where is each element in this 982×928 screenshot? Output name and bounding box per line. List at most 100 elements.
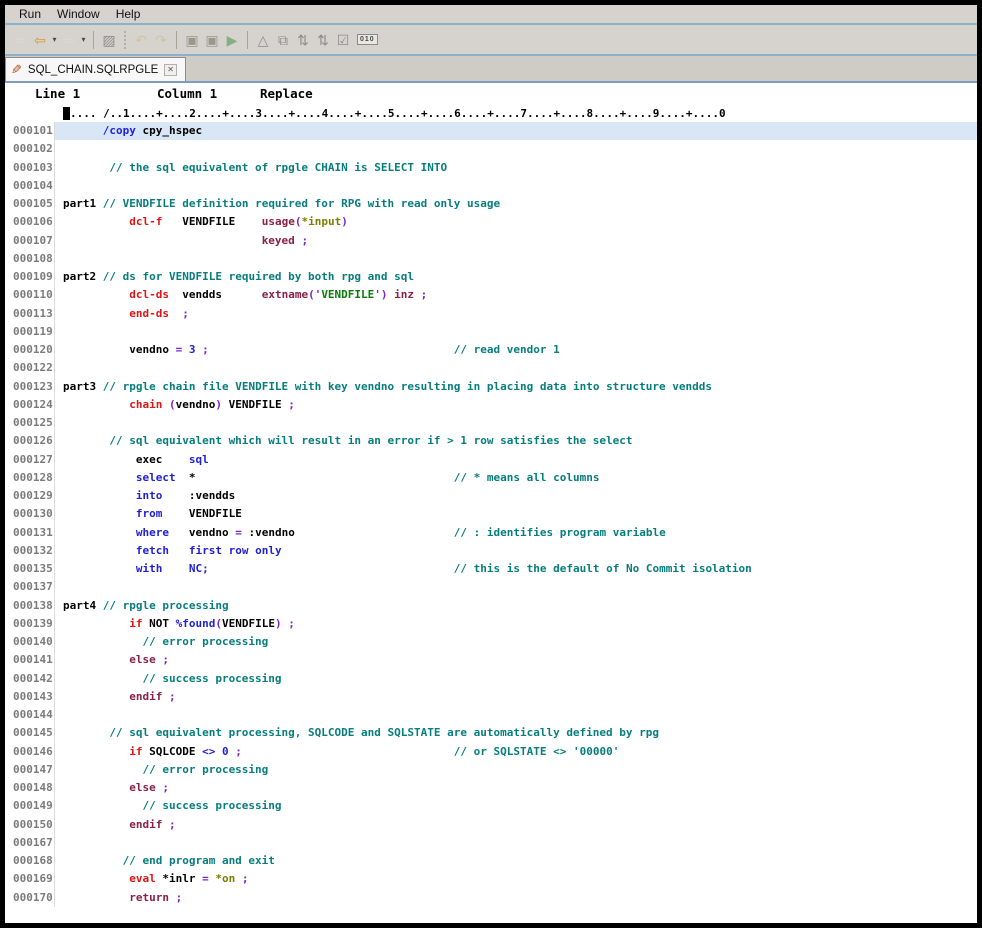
code-line-text[interactable]: part4 // rpgle processing — [55, 597, 977, 615]
code-line[interactable]: 000146 if SQLCODE <> 0 ; // or SQLSTATE … — [5, 743, 977, 761]
code-line[interactable]: 000130 from VENDFILE — [5, 505, 977, 523]
code-line[interactable]: 000139 if NOT %found(VENDFILE) ; — [5, 615, 977, 633]
code-area[interactable]: 000101 /copy cpy_hspec000102000103 // th… — [5, 122, 977, 907]
code-line[interactable]: 000110 dcl-ds vendds extname('VENDFILE')… — [5, 286, 977, 304]
code-line[interactable]: 000128 select * // * means all columns — [5, 469, 977, 487]
code-line-text[interactable]: else ; — [55, 651, 977, 669]
binary-view-icon[interactable]: 010 — [357, 34, 378, 45]
code-line[interactable]: 000132 fetch first row only — [5, 542, 977, 560]
column-updown-icon[interactable]: ⇅ — [293, 30, 313, 50]
code-line[interactable]: 000119 — [5, 323, 977, 341]
compare-icon[interactable]: △ — [253, 30, 273, 50]
tab-sql-chain[interactable]: ✎ SQL_CHAIN.SQLRPGLE ✕ — [5, 57, 186, 81]
code-line[interactable]: 000143 endif ; — [5, 688, 977, 706]
code-line-text[interactable]: // success processing — [55, 670, 977, 688]
code-line-text[interactable] — [55, 706, 977, 724]
code-line[interactable]: 000149 // success processing — [5, 797, 977, 815]
code-line-text[interactable]: if SQLCODE <> 0 ; // or SQLSTATE <> '000… — [55, 743, 977, 761]
code-line[interactable]: 000147 // error processing — [5, 761, 977, 779]
code-line[interactable]: 000144 — [5, 706, 977, 724]
nav-back-menu-icon[interactable]: ▾ — [50, 30, 59, 50]
code-line-text[interactable]: // sql equivalent which will result in a… — [55, 432, 977, 450]
code-line-text[interactable]: keyed ; — [55, 232, 977, 250]
code-line[interactable]: 000105part1 // VENDFILE definition requi… — [5, 195, 977, 213]
code-line-text[interactable]: fetch first row only — [55, 542, 977, 560]
code-line[interactable]: 000135 with NC; // this is the default o… — [5, 560, 977, 578]
code-line-text[interactable]: // error processing — [55, 761, 977, 779]
code-line-text[interactable] — [55, 250, 977, 268]
code-line[interactable]: 000101 /copy cpy_hspec — [5, 122, 977, 140]
code-line-text[interactable]: chain (vendno) VENDFILE ; — [55, 396, 977, 414]
code-line-text[interactable]: endif ; — [55, 688, 977, 706]
code-line-text[interactable]: else ; — [55, 779, 977, 797]
hierarchy-icon[interactable]: ⧉ — [273, 30, 293, 50]
code-line[interactable]: 000141 else ; — [5, 651, 977, 669]
suspend-icon[interactable]: ▣ — [182, 30, 202, 50]
code-line[interactable]: 000103 // the sql equivalent of rpgle CH… — [5, 159, 977, 177]
code-line-text[interactable]: if NOT %found(VENDFILE) ; — [55, 615, 977, 633]
code-line[interactable]: 000138part4 // rpgle processing — [5, 597, 977, 615]
code-line[interactable]: 000106 dcl-f VENDFILE usage(*input) — [5, 213, 977, 231]
nav-back-disabled-icon[interactable]: ⇦ — [10, 30, 30, 50]
code-line[interactable]: 000137 — [5, 578, 977, 596]
code-line[interactable]: 000127 exec sql — [5, 451, 977, 469]
code-line[interactable]: 000125 — [5, 414, 977, 432]
code-line-text[interactable] — [55, 177, 977, 195]
code-line-text[interactable] — [55, 359, 977, 377]
tab-close-icon[interactable]: ✕ — [164, 64, 177, 76]
code-line[interactable]: 000107 keyed ; — [5, 232, 977, 250]
code-line-text[interactable]: /copy cpy_hspec — [55, 122, 977, 140]
code-line-text[interactable] — [55, 834, 977, 852]
menu-item-window[interactable]: Window — [49, 7, 108, 21]
code-line-text[interactable]: // the sql equivalent of rpgle CHAIN is … — [55, 159, 977, 177]
code-line-text[interactable]: vendno = 3 ; // read vendor 1 — [55, 341, 977, 359]
code-line-text[interactable]: endif ; — [55, 816, 977, 834]
code-line-text[interactable]: end-ds ; — [55, 305, 977, 323]
code-line-text[interactable]: // success processing — [55, 797, 977, 815]
run-icon[interactable]: ▶ — [222, 30, 242, 50]
code-line-text[interactable]: part2 // ds for VENDFILE required by bot… — [55, 268, 977, 286]
code-line-text[interactable]: eval *inlr = *on ; — [55, 870, 977, 888]
code-line[interactable]: 000109part2 // ds for VENDFILE required … — [5, 268, 977, 286]
code-line-text[interactable]: // sql equivalent processing, SQLCODE an… — [55, 724, 977, 742]
code-line[interactable]: 000131 where vendno = :vendno // : ident… — [5, 524, 977, 542]
terminate-icon[interactable]: ▣ — [202, 30, 222, 50]
code-line-text[interactable] — [55, 578, 977, 596]
nav-forward-disabled-icon[interactable]: ⇨ — [59, 30, 79, 50]
code-line[interactable]: 000168 // end program and exit — [5, 852, 977, 870]
code-line-text[interactable]: select * // * means all columns — [55, 469, 977, 487]
code-line[interactable]: 000113 end-ds ; — [5, 305, 977, 323]
code-line-text[interactable] — [55, 140, 977, 158]
last-edit-location-icon[interactable]: ▨ — [99, 30, 119, 50]
row-updown-icon[interactable]: ⇅ — [313, 30, 333, 50]
menu-item-help[interactable]: Help — [108, 7, 149, 21]
nav-forward-menu-icon[interactable]: ▾ — [79, 30, 88, 50]
menu-item-run[interactable]: Run — [11, 7, 49, 21]
code-line[interactable]: 000104 — [5, 177, 977, 195]
undo-icon[interactable]: ↶ — [131, 30, 151, 50]
code-line[interactable]: 000145 // sql equivalent processing, SQL… — [5, 724, 977, 742]
nav-back-icon[interactable]: ⇦ — [30, 30, 50, 50]
code-line-text[interactable]: // end program and exit — [55, 852, 977, 870]
code-line[interactable]: 000150 endif ; — [5, 816, 977, 834]
code-line[interactable]: 000120 vendno = 3 ; // read vendor 1 — [5, 341, 977, 359]
code-line-text[interactable]: from VENDFILE — [55, 505, 977, 523]
code-line[interactable]: 000170 return ; — [5, 889, 977, 907]
code-line-text[interactable]: dcl-ds vendds extname('VENDFILE') inz ; — [55, 286, 977, 304]
code-line-text[interactable]: part3 // rpgle chain file VENDFILE with … — [55, 378, 977, 396]
code-line-text[interactable]: exec sql — [55, 451, 977, 469]
code-line[interactable]: 000108 — [5, 250, 977, 268]
code-line[interactable]: 000124 chain (vendno) VENDFILE ; — [5, 396, 977, 414]
code-line-text[interactable]: return ; — [55, 889, 977, 907]
code-line[interactable]: 000148 else ; — [5, 779, 977, 797]
code-line-text[interactable] — [55, 323, 977, 341]
code-line[interactable]: 000140 // error processing — [5, 633, 977, 651]
code-line-text[interactable] — [55, 414, 977, 432]
code-line-text[interactable]: part1 // VENDFILE definition required fo… — [55, 195, 977, 213]
code-line[interactable]: 000142 // success processing — [5, 670, 977, 688]
code-line-text[interactable]: // error processing — [55, 633, 977, 651]
code-line-text[interactable]: with NC; // this is the default of No Co… — [55, 560, 977, 578]
code-line[interactable]: 000102 — [5, 140, 977, 158]
code-line[interactable]: 000122 — [5, 359, 977, 377]
code-line[interactable]: 000129 into :vendds — [5, 487, 977, 505]
